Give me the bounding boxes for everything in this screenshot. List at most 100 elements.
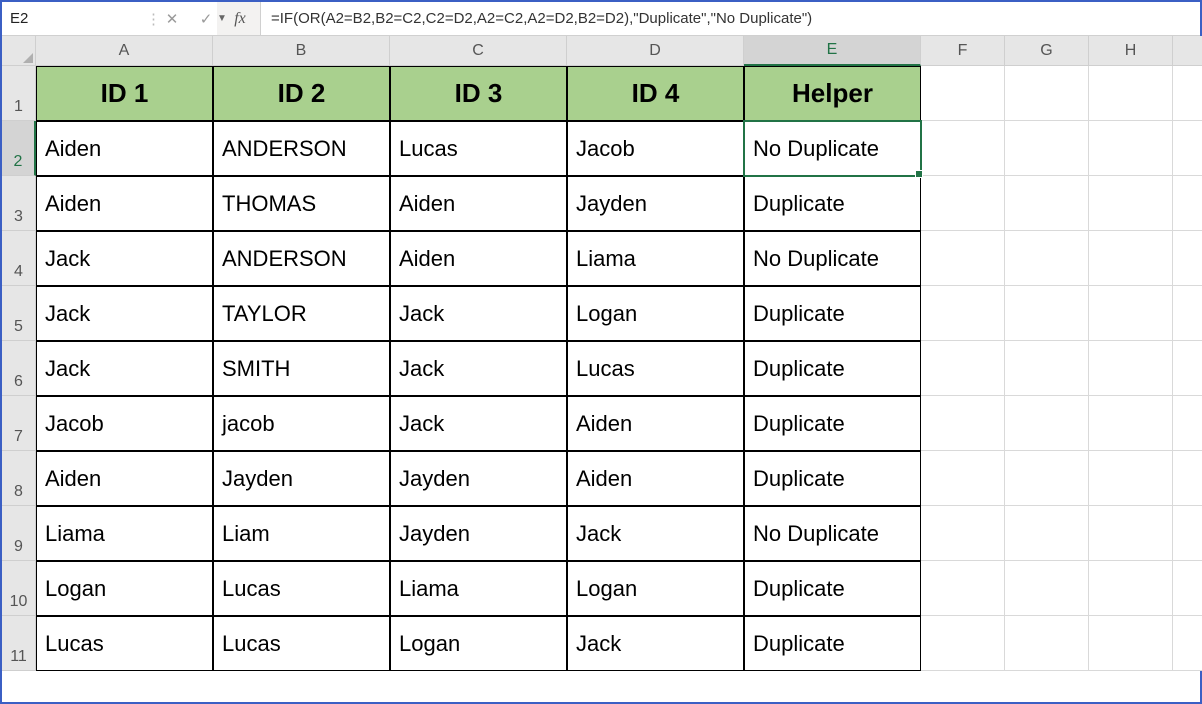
cell-g10[interactable] — [1005, 561, 1089, 616]
cell-e7[interactable]: Duplicate — [744, 396, 921, 451]
cell-b4[interactable]: ANDERSON — [213, 231, 390, 286]
cell-d8[interactable]: Aiden — [567, 451, 744, 506]
col-head-a[interactable]: A — [36, 36, 213, 66]
row-head-3[interactable]: 3 — [2, 176, 36, 231]
enter-icon[interactable]: ✓ — [192, 2, 220, 35]
cell-b5[interactable]: TAYLOR — [213, 286, 390, 341]
cell-g5[interactable] — [1005, 286, 1089, 341]
cell-b9[interactable]: Liam — [213, 506, 390, 561]
cell-g6[interactable] — [1005, 341, 1089, 396]
cell-c5[interactable]: Jack — [390, 286, 567, 341]
cell-e10[interactable]: Duplicate — [744, 561, 921, 616]
cell-f1[interactable] — [921, 66, 1005, 121]
cell-g9[interactable] — [1005, 506, 1089, 561]
row-head-8[interactable]: 8 — [2, 451, 36, 506]
cell-b2[interactable]: ANDERSON — [213, 121, 390, 176]
cell-c7[interactable]: Jack — [390, 396, 567, 451]
cell-f2[interactable] — [921, 121, 1005, 176]
cell-h5[interactable] — [1089, 286, 1173, 341]
cell-d3[interactable]: Jayden — [567, 176, 744, 231]
cell-a5[interactable]: Jack — [36, 286, 213, 341]
cell-f6[interactable] — [921, 341, 1005, 396]
cell-b11[interactable]: Lucas — [213, 616, 390, 671]
row-head-7[interactable]: 7 — [2, 396, 36, 451]
cancel-icon[interactable]: ✕ — [158, 2, 186, 35]
cell-d2[interactable]: Jacob — [567, 121, 744, 176]
fx-icon[interactable]: fx — [226, 2, 254, 35]
cell-a11[interactable]: Lucas — [36, 616, 213, 671]
cell-e4[interactable]: No Duplicate — [744, 231, 921, 286]
cell-e11[interactable]: Duplicate — [744, 616, 921, 671]
cell-f8[interactable] — [921, 451, 1005, 506]
cell-g3[interactable] — [1005, 176, 1089, 231]
cell-c2[interactable]: Lucas — [390, 121, 567, 176]
cell-d5[interactable]: Logan — [567, 286, 744, 341]
row-head-5[interactable]: 5 — [2, 286, 36, 341]
cell-b10[interactable]: Lucas — [213, 561, 390, 616]
header-id1[interactable]: ID 1 — [36, 66, 213, 121]
cell-d9[interactable]: Jack — [567, 506, 744, 561]
cell-b7[interactable]: jacob — [213, 396, 390, 451]
header-id3[interactable]: ID 3 — [390, 66, 567, 121]
cell-d10[interactable]: Logan — [567, 561, 744, 616]
cell-f7[interactable] — [921, 396, 1005, 451]
row-head-9[interactable]: 9 — [2, 506, 36, 561]
cell-d4[interactable]: Liama — [567, 231, 744, 286]
cell-f3[interactable] — [921, 176, 1005, 231]
cell-c9[interactable]: Jayden — [390, 506, 567, 561]
cell-a3[interactable]: Aiden — [36, 176, 213, 231]
cell-h1[interactable] — [1089, 66, 1173, 121]
cell-a2[interactable]: Aiden — [36, 121, 213, 176]
col-head-d[interactable]: D — [567, 36, 744, 66]
cell-c11[interactable]: Logan — [390, 616, 567, 671]
cell-f11[interactable] — [921, 616, 1005, 671]
cell-h10[interactable] — [1089, 561, 1173, 616]
cell-h8[interactable] — [1089, 451, 1173, 506]
header-id2[interactable]: ID 2 — [213, 66, 390, 121]
cell-g11[interactable] — [1005, 616, 1089, 671]
cell-e8[interactable]: Duplicate — [744, 451, 921, 506]
col-head-f[interactable]: F — [921, 36, 1005, 66]
select-all-corner[interactable] — [2, 36, 36, 66]
cell-g1[interactable] — [1005, 66, 1089, 121]
cell-g2[interactable] — [1005, 121, 1089, 176]
cell-f9[interactable] — [921, 506, 1005, 561]
cell-d11[interactable]: Jack — [567, 616, 744, 671]
cell-b3[interactable]: THOMAS — [213, 176, 390, 231]
cell-f4[interactable] — [921, 231, 1005, 286]
cell-c4[interactable]: Aiden — [390, 231, 567, 286]
cell-a9[interactable]: Liama — [36, 506, 213, 561]
cell-a10[interactable]: Logan — [36, 561, 213, 616]
cell-h6[interactable] — [1089, 341, 1173, 396]
cell-d7[interactable]: Aiden — [567, 396, 744, 451]
col-head-e[interactable]: E — [744, 36, 921, 66]
cell-g4[interactable] — [1005, 231, 1089, 286]
cell-g8[interactable] — [1005, 451, 1089, 506]
cell-e3[interactable]: Duplicate — [744, 176, 921, 231]
formula-input[interactable] — [261, 2, 1200, 35]
cell-c8[interactable]: Jayden — [390, 451, 567, 506]
row-head-4[interactable]: 4 — [2, 231, 36, 286]
header-id4[interactable]: ID 4 — [567, 66, 744, 121]
cell-e9[interactable]: No Duplicate — [744, 506, 921, 561]
row-head-1[interactable]: 1 — [2, 66, 36, 121]
cell-h3[interactable] — [1089, 176, 1173, 231]
cell-h4[interactable] — [1089, 231, 1173, 286]
cell-e5[interactable]: Duplicate — [744, 286, 921, 341]
col-head-b[interactable]: B — [213, 36, 390, 66]
cell-h9[interactable] — [1089, 506, 1173, 561]
cell-e6[interactable]: Duplicate — [744, 341, 921, 396]
header-helper[interactable]: Helper — [744, 66, 921, 121]
cell-c6[interactable]: Jack — [390, 341, 567, 396]
cell-f10[interactable] — [921, 561, 1005, 616]
cell-f5[interactable] — [921, 286, 1005, 341]
cell-c10[interactable]: Liama — [390, 561, 567, 616]
cell-c3[interactable]: Aiden — [390, 176, 567, 231]
cell-h11[interactable] — [1089, 616, 1173, 671]
col-head-h[interactable]: H — [1089, 36, 1173, 66]
cell-a4[interactable]: Jack — [36, 231, 213, 286]
row-head-2[interactable]: 2 — [2, 121, 36, 176]
cell-b8[interactable]: Jayden — [213, 451, 390, 506]
cell-g7[interactable] — [1005, 396, 1089, 451]
col-head-g[interactable]: G — [1005, 36, 1089, 66]
